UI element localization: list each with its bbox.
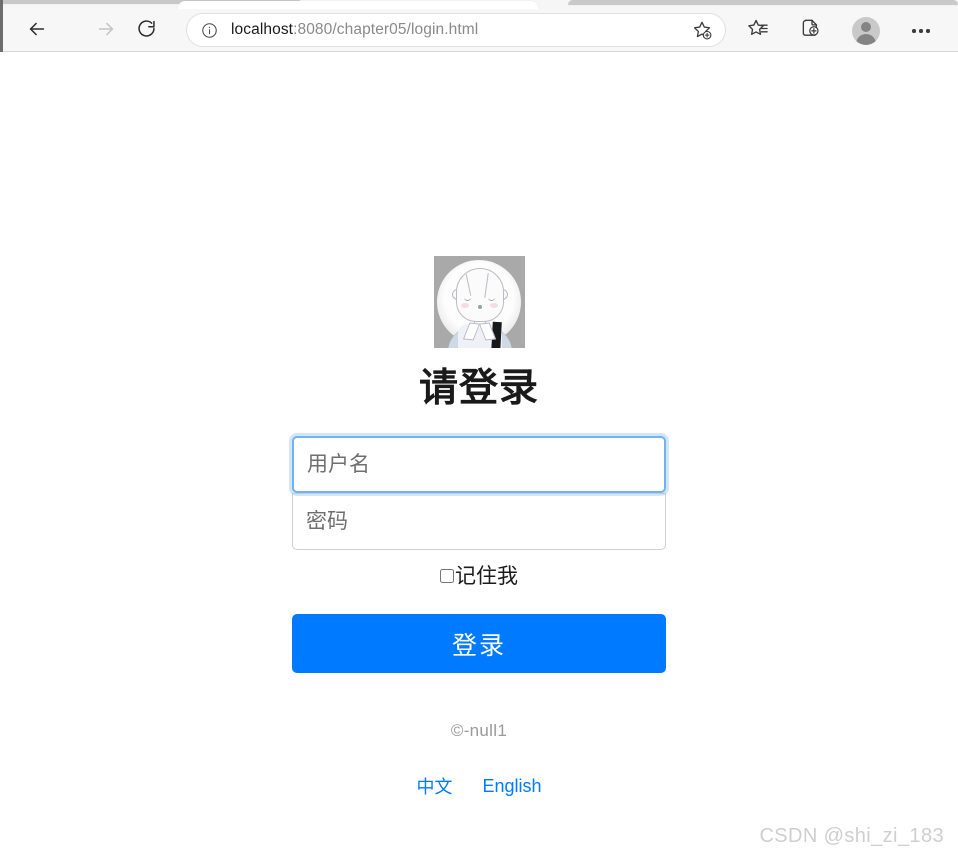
copyright-text: ©-null1	[450, 721, 508, 740]
language-links: 中文 English	[0, 773, 958, 799]
browser-chrome: localhost:8080/chapter05/login.html	[0, 0, 958, 52]
credentials-group	[292, 436, 666, 550]
avatar-head	[861, 22, 871, 32]
url-host: localhost	[231, 21, 294, 38]
arrow-right-icon	[95, 18, 117, 43]
browser-tab-active[interactable]	[178, 1, 538, 9]
more-options-button[interactable]	[904, 14, 938, 48]
url-text[interactable]: localhost:8080/chapter05/login.html	[231, 21, 689, 39]
reload-icon	[136, 18, 157, 42]
collections-button[interactable]	[794, 14, 828, 48]
favorites-icon	[746, 17, 769, 45]
language-link-english[interactable]: English	[482, 776, 541, 797]
arrow-left-icon	[26, 18, 48, 43]
remember-me-checkbox[interactable]	[440, 568, 454, 583]
remember-me-row[interactable]: 记住我	[0, 565, 958, 588]
forward-button[interactable]	[88, 12, 124, 48]
avatar-mouth	[477, 305, 482, 309]
avatar-hair	[455, 268, 504, 322]
username-input[interactable]	[292, 436, 666, 493]
info-circle-icon[interactable]	[199, 20, 219, 40]
back-button[interactable]	[19, 12, 55, 48]
avatar-body	[856, 34, 876, 45]
password-input[interactable]	[292, 493, 666, 550]
browser-toolbar: localhost:8080/chapter05/login.html	[0, 9, 958, 51]
address-bar[interactable]: localhost:8080/chapter05/login.html	[186, 13, 726, 47]
more-options-icon	[912, 29, 930, 33]
profile-button[interactable]	[849, 14, 883, 48]
avatar-blush-left	[460, 303, 469, 308]
page-content: 请登录 记住我 登录 ©-null1 中文 English CSDN @shi_…	[0, 53, 958, 855]
language-link-chinese[interactable]: 中文	[416, 773, 452, 799]
avatar-eye-right	[487, 297, 495, 301]
login-form: 请登录 记住我 登录 ©-null1 中文 English	[0, 53, 958, 799]
reload-button[interactable]	[128, 12, 164, 48]
csdn-watermark: CSDN @shi_zi_183	[759, 825, 944, 847]
remember-me-label: 记住我	[455, 565, 518, 588]
star-plus-icon[interactable]	[689, 17, 715, 43]
avatar-blush-right	[489, 303, 498, 308]
user-avatar-illustration	[433, 256, 525, 348]
page-title: 请登录	[418, 367, 539, 410]
url-path: :8080/chapter05/login.html	[293, 21, 479, 38]
login-button[interactable]: 登录	[292, 614, 666, 673]
favorites-button[interactable]	[740, 14, 774, 48]
tab-strip[interactable]	[0, 0, 958, 9]
collections-icon	[800, 17, 823, 45]
profile-avatar-icon	[852, 17, 880, 45]
browser-tab-right[interactable]	[568, 0, 958, 5]
avatar-eye-left	[463, 297, 471, 301]
